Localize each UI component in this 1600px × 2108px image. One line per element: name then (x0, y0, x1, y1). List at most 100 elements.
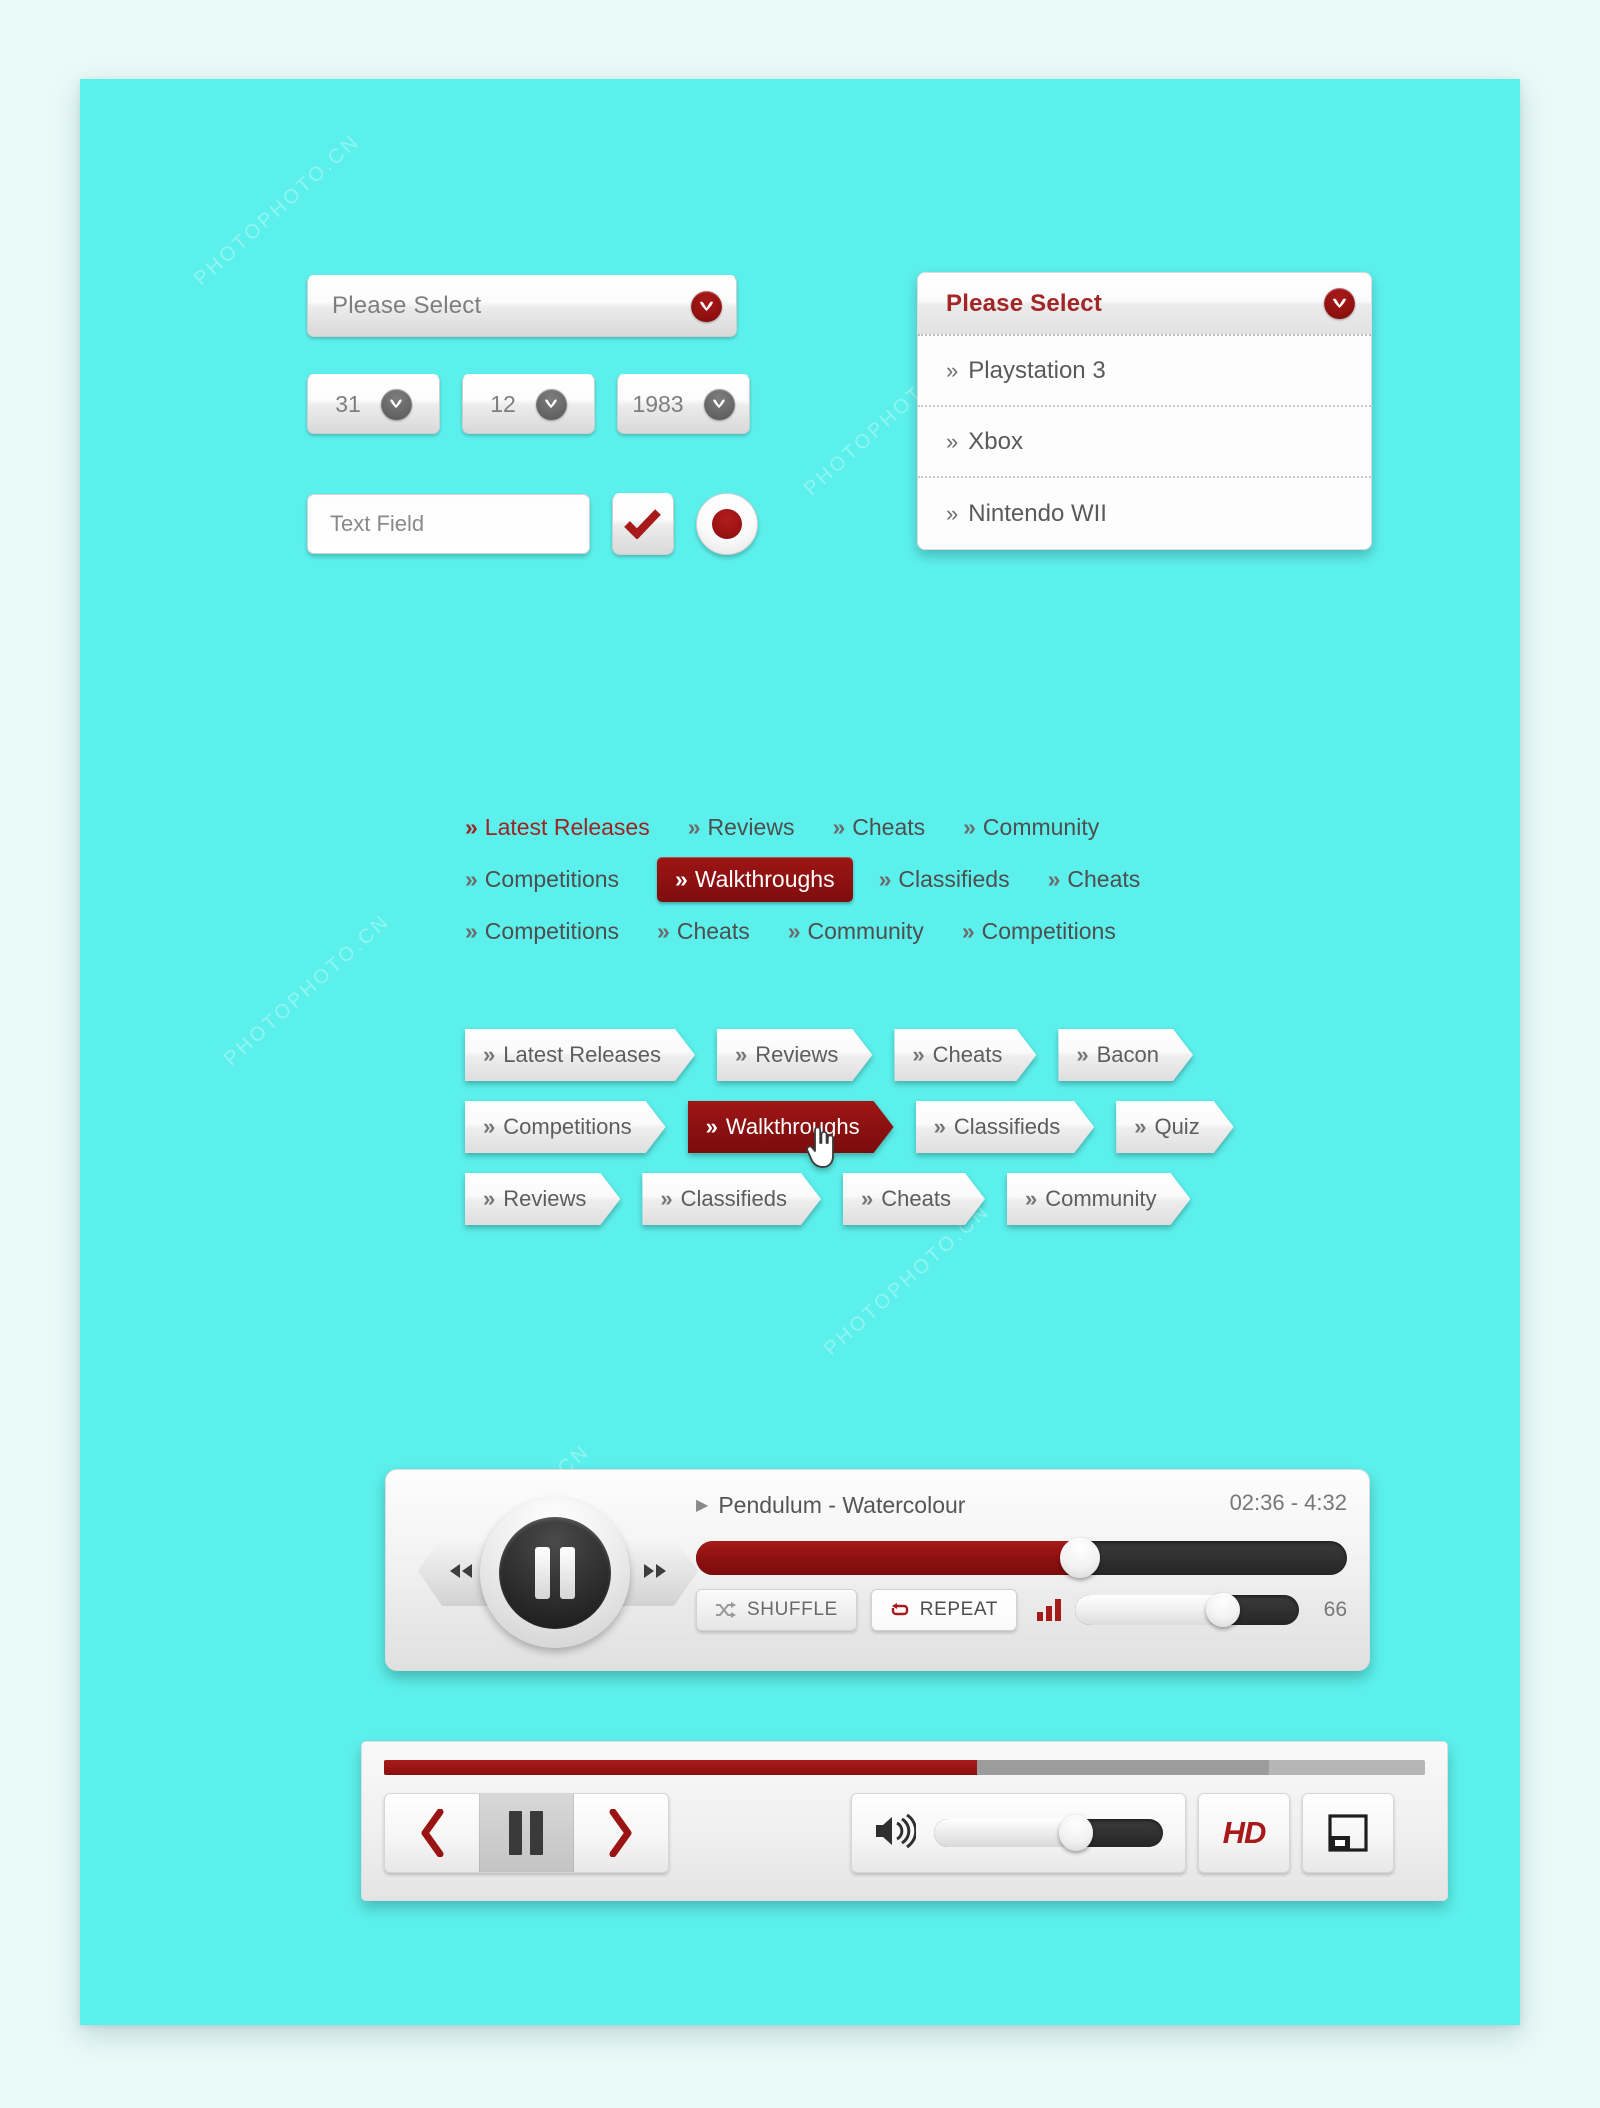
guillemet-icon: » (675, 866, 688, 892)
text-field-input[interactable]: Text Field (307, 494, 590, 554)
arrow-buttons-row: » Reviews » Classifieds » Cheats » Commu… (80, 1173, 1520, 1225)
guillemet-icon: » (861, 1186, 874, 1211)
text-link-label: Latest Releases (484, 814, 650, 840)
guillemet-icon: » (946, 357, 959, 383)
text-link-community[interactable]: » Community (788, 918, 924, 945)
select-day[interactable]: 31 (307, 374, 440, 434)
arrow-button-cheats[interactable]: » Cheats (894, 1029, 1036, 1081)
arrow-button-reviews[interactable]: » Reviews (717, 1029, 872, 1081)
dropdown-item-label: Nintendo WII (968, 499, 1107, 527)
chevron-down-circle-icon[interactable] (691, 290, 722, 322)
chevron-down-circle-icon[interactable] (1324, 288, 1355, 319)
arrow-button-reviews[interactable]: » Reviews (465, 1173, 620, 1225)
text-link-classifieds[interactable]: » Classifieds (879, 866, 1010, 893)
arrow-button-label: Latest Releases (503, 1042, 662, 1067)
video-volume-group (851, 1793, 1186, 1873)
checkbox-checked[interactable] (612, 493, 674, 555)
video-fullscreen-button[interactable] (1302, 1793, 1394, 1873)
repeat-label: REPEAT (919, 1599, 998, 1620)
guillemet-icon: » (1047, 866, 1061, 892)
guillemet-icon: » (1076, 1042, 1089, 1067)
dropdown-item-playstation-3[interactable]: » Playstation 3 (918, 336, 1371, 407)
text-link-label: Reviews (707, 814, 795, 840)
fast-forward-icon (644, 1564, 666, 1578)
video-play-pause-button[interactable] (479, 1794, 574, 1872)
text-link-walkthroughs-active[interactable]: » Walkthroughs (657, 857, 853, 902)
check-icon (624, 509, 661, 539)
guillemet-icon: » (946, 500, 959, 526)
guillemet-icon: » (657, 918, 670, 944)
text-link-competitions[interactable]: » Competitions (962, 918, 1116, 945)
arrow-button-wrap: » Reviews (465, 1173, 620, 1225)
text-link-label: Competitions (484, 866, 620, 892)
music-progress-knob[interactable] (1060, 1538, 1101, 1578)
select-month[interactable]: 12 (462, 374, 595, 434)
video-previous-button[interactable] (385, 1794, 479, 1872)
arrow-button-community[interactable]: » Community (1007, 1173, 1191, 1225)
arrow-button-label: Cheats (881, 1186, 951, 1211)
repeat-button[interactable]: REPEAT (870, 1589, 1017, 1631)
dropdown-header[interactable]: Please Select (918, 273, 1371, 336)
hand-cursor (805, 1126, 836, 1174)
text-link-reviews[interactable]: » Reviews (688, 814, 795, 841)
video-hd-button[interactable]: HD (1198, 1793, 1290, 1873)
video-next-button[interactable] (574, 1794, 668, 1872)
arrow-button-classifieds[interactable]: » Classifieds (916, 1101, 1095, 1153)
video-progress-bar[interactable] (384, 1760, 1425, 1775)
pause-icon (509, 1811, 523, 1855)
video-played-fill (384, 1760, 978, 1775)
arrow-buttons-group: » Latest Releases » Reviews » Cheats » B… (80, 1029, 1520, 1245)
music-track-title-text: Pendulum - Watercolour (718, 1491, 966, 1518)
shuffle-button[interactable]: SHUFFLE (696, 1589, 857, 1631)
arrow-button-label: Classifieds (953, 1114, 1061, 1139)
arrow-button-wrap: » Walkthroughs (688, 1101, 894, 1168)
select-month-value: 12 (490, 390, 516, 417)
text-link-label: Cheats (1067, 866, 1141, 892)
arrow-button-bacon[interactable]: » Bacon (1058, 1029, 1193, 1081)
select-year[interactable]: 1983 (617, 374, 750, 434)
arrow-button-competitions[interactable]: » Competitions (465, 1101, 666, 1153)
music-progress-slider[interactable] (696, 1538, 1347, 1578)
arrow-button-latest-releases[interactable]: » Latest Releases (465, 1029, 695, 1081)
page-root: PHOTOPHOTO.CN PHOTOPHOTO.CN PHOTOPHOTO.C… (0, 0, 1600, 2108)
text-link-community[interactable]: » Community (963, 814, 1099, 841)
guillemet-icon: » (465, 814, 478, 840)
dropdown-item-xbox[interactable]: » Xbox (918, 407, 1371, 478)
text-link-competitions[interactable]: » Competitions (465, 918, 619, 945)
arrow-button-quiz[interactable]: » Quiz (1116, 1101, 1234, 1153)
ui-kit-canvas: PHOTOPHOTO.CN PHOTOPHOTO.CN PHOTOPHOTO.C… (80, 79, 1520, 2025)
text-link-cheats[interactable]: » Cheats (657, 918, 750, 945)
guillemet-icon: » (963, 814, 976, 840)
arrow-button-label: Cheats (932, 1042, 1003, 1067)
hd-label: HD (1222, 1815, 1267, 1850)
chevron-down-circle-icon[interactable] (535, 388, 567, 420)
text-link-competitions[interactable]: » Competitions (465, 866, 619, 893)
guillemet-icon: » (687, 814, 701, 840)
arrow-button-cheats[interactable]: » Cheats (843, 1173, 985, 1225)
arrow-button-classifieds[interactable]: » Classifieds (642, 1173, 821, 1225)
radio-button-selected[interactable] (696, 493, 758, 555)
video-transport-group (384, 1793, 669, 1873)
radio-dot-icon (712, 509, 742, 539)
music-volume-slider[interactable] (1075, 1593, 1299, 1627)
arrow-button-walkthroughs-active[interactable]: » Walkthroughs (688, 1101, 894, 1153)
music-volume-knob[interactable] (1205, 1593, 1240, 1627)
chevron-down-circle-icon[interactable] (703, 388, 735, 420)
dropdown-item-nintendo-wii[interactable]: » Nintendo WII (918, 478, 1371, 549)
pause-icon (499, 1517, 611, 1629)
video-volume-slider[interactable] (934, 1815, 1163, 1851)
text-link-label: Community (982, 814, 1100, 840)
speaker-icon[interactable] (874, 1813, 918, 1854)
text-link-cheats[interactable]: » Cheats (832, 814, 925, 841)
music-volume-fill (1075, 1595, 1223, 1625)
music-play-pause-button[interactable] (480, 1498, 630, 1648)
video-volume-knob[interactable] (1058, 1815, 1093, 1851)
arrow-button-label: Classifieds (680, 1186, 788, 1211)
text-link-cheats[interactable]: » Cheats (1048, 866, 1141, 893)
text-link-label: Cheats (852, 814, 926, 840)
text-link-latest-releases[interactable]: » Latest Releases (465, 814, 650, 841)
chevron-down-circle-icon[interactable] (380, 388, 412, 420)
select-year-value: 1983 (632, 390, 684, 417)
select-please-select[interactable]: Please Select (307, 275, 737, 337)
guillemet-icon: » (832, 814, 846, 840)
